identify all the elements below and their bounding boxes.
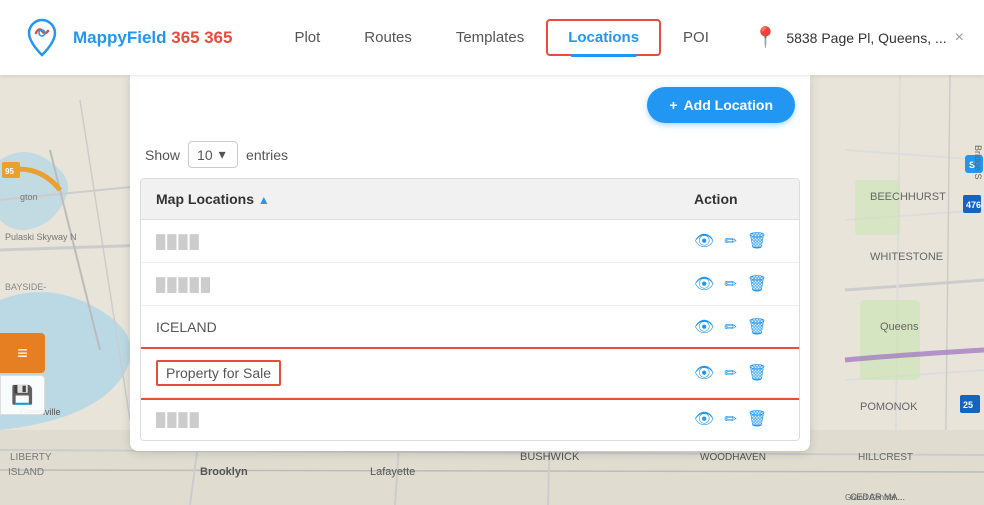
entries-row: Show 10 ▾ entries [130, 135, 810, 178]
svg-text:BEECHHURST: BEECHHURST [870, 191, 946, 203]
location-address: 5838 Page Pl, Queens, ... [786, 30, 946, 46]
chevron-down-icon: ▾ [219, 146, 226, 163]
col-locations: Map Locations ▲ [141, 179, 679, 220]
svg-text:Grand Central...: Grand Central... [845, 493, 902, 502]
add-location-button[interactable]: + Add Location [647, 87, 795, 123]
delete-icon[interactable]: 🗑 [747, 317, 767, 337]
location-pin-icon: 📍 [753, 25, 778, 50]
nav-item-poi[interactable]: POI [661, 19, 731, 56]
logo-area: MappyField 365 365 [20, 15, 232, 60]
action-cell: 👁 ✏ 🗑 [679, 220, 799, 263]
svg-text:Bridge S: Bridge S [973, 145, 983, 180]
entries-select[interactable]: 10 ▾ [188, 141, 238, 168]
logo-icon [20, 15, 65, 60]
locations-table: Map Locations ▲ Action ████👁✏🗑█████👁✏🗑IC… [141, 179, 799, 440]
delete-icon[interactable]: 🗑 [747, 274, 767, 294]
svg-text:WHITESTONE: WHITESTONE [870, 251, 943, 263]
svg-text:Lafayette: Lafayette [370, 466, 415, 478]
view-icon[interactable]: 👁 [694, 231, 714, 251]
panel-header: + Add Location [130, 75, 810, 135]
nav-item-locations[interactable]: Locations [546, 19, 661, 56]
menu-icon: ≡ [17, 343, 28, 364]
svg-text:WOODHAVEN: WOODHAVEN [700, 452, 766, 463]
table-row: ICELAND 👁 ✏ 🗑 [141, 306, 799, 349]
location-name: ████ [141, 398, 679, 441]
delete-icon[interactable]: 🗑 [747, 409, 767, 429]
svg-text:POMONOK: POMONOK [860, 401, 918, 413]
view-icon[interactable]: 👁 [694, 409, 714, 429]
table-body: ████👁✏🗑█████👁✏🗑ICELAND👁✏🗑Property for Sa… [141, 220, 799, 441]
edit-icon[interactable]: ✏ [724, 410, 737, 428]
edit-icon[interactable]: ✏ [724, 364, 737, 382]
save-icon: 💾 [11, 385, 33, 406]
show-label: Show [145, 147, 180, 163]
svg-text:Queens: Queens [880, 321, 919, 333]
col-action: Action [679, 179, 799, 220]
edit-icon[interactable]: ✏ [724, 318, 737, 336]
svg-text:ISLAND: ISLAND [8, 467, 44, 478]
location-search: 📍 5838 Page Pl, Queens, ... × [753, 25, 964, 50]
location-name: ████ [141, 220, 679, 263]
nav-links: Plot Routes Templates Locations POI [272, 19, 753, 56]
sort-icon[interactable]: ▲ [258, 193, 270, 207]
app-name: MappyField 365 [73, 28, 200, 47]
menu-button[interactable]: ≡ [0, 333, 45, 373]
svg-text:Pulaski Skyway N: Pulaski Skyway N [5, 232, 77, 242]
table-row: ████ 👁 ✏ 🗑 [141, 220, 799, 263]
svg-text:95: 95 [5, 167, 14, 176]
svg-text:Brooklyn: Brooklyn [200, 466, 248, 478]
nav-item-routes[interactable]: Routes [342, 19, 434, 56]
sidebar-icons: ≡ 💾 [0, 333, 45, 415]
action-cell: 👁 ✏ 🗑 [679, 398, 799, 441]
svg-text:HILLCREST: HILLCREST [858, 452, 913, 463]
table-row: Property for Sale 👁 ✏ 🗑 [141, 349, 799, 398]
location-name: Property for Sale [141, 349, 679, 398]
table-row: ████ 👁 ✏ 🗑 [141, 398, 799, 441]
table-row: █████ 👁 ✏ 🗑 [141, 263, 799, 306]
nav-item-plot[interactable]: Plot [272, 19, 342, 56]
delete-icon[interactable]: 🗑 [747, 363, 767, 383]
table-header-row: Map Locations ▲ Action [141, 179, 799, 220]
entries-label: entries [246, 147, 288, 163]
edit-icon[interactable]: ✏ [724, 275, 737, 293]
svg-text:BUSHWICK: BUSHWICK [520, 451, 580, 463]
view-icon[interactable]: 👁 [694, 274, 714, 294]
navbar: MappyField 365 365 Plot Routes Templates… [0, 0, 984, 75]
view-icon[interactable]: 👁 [694, 363, 714, 383]
svg-text:gton: gton [20, 192, 38, 202]
table-container: Map Locations ▲ Action ████👁✏🗑█████👁✏🗑IC… [140, 178, 800, 441]
delete-icon[interactable]: 🗑 [747, 231, 767, 251]
location-name: █████ [141, 263, 679, 306]
action-cell: 👁 ✏ 🗑 [679, 349, 799, 398]
add-icon: + [669, 97, 677, 113]
app-name-full: 365 [204, 28, 232, 47]
nav-item-templates[interactable]: Templates [434, 19, 546, 56]
svg-text:BAYSIDE-: BAYSIDE- [5, 282, 46, 292]
view-icon[interactable]: 👁 [694, 317, 714, 337]
edit-icon[interactable]: ✏ [724, 232, 737, 250]
svg-text:25: 25 [963, 400, 973, 410]
action-cell: 👁 ✏ 🗑 [679, 306, 799, 349]
action-cell: 👁 ✏ 🗑 [679, 263, 799, 306]
save-button[interactable]: 💾 [0, 375, 45, 415]
svg-text:LIBERTY: LIBERTY [10, 452, 52, 463]
location-name: ICELAND [141, 306, 679, 349]
close-location-button[interactable]: × [955, 29, 964, 47]
svg-text:476: 476 [966, 200, 981, 210]
main-panel: + Add Location Show 10 ▾ entries Map Loc… [130, 75, 810, 451]
